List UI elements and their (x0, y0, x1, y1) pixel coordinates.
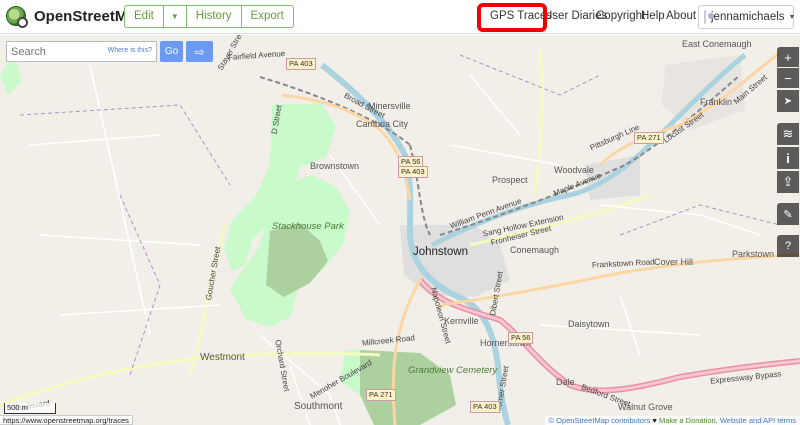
info-icon[interactable]: i (777, 147, 799, 169)
layers-icon[interactable]: ≋ (777, 123, 799, 145)
place-label: Kernville (444, 316, 479, 326)
scale-bar: 500 m (4, 403, 56, 414)
nav-copyright[interactable]: Copyright (596, 10, 645, 22)
top-navbar: OpenStreetMap Edit ▼ History Export GPS … (0, 0, 800, 34)
attribution: © OpenStreetMap contributors ♥ Make a Do… (544, 416, 800, 425)
place-label: Conemaugh (510, 245, 560, 255)
status-url: https://www.openstreetmap.org/traces (0, 415, 133, 425)
route-shield: PA 403 (470, 401, 500, 413)
add-note-icon[interactable]: ✎ (777, 203, 799, 225)
edit-button[interactable]: Edit (124, 5, 164, 28)
where-is-this-link[interactable]: Where is this? (108, 47, 152, 54)
edit-button-group: Edit ▼ History Export (124, 5, 294, 28)
route-shield: PA 403 (398, 166, 428, 178)
search-bar: Where is this? Go ⇨ (6, 41, 213, 62)
gps-traces-highlight (477, 3, 547, 32)
zoom-in-button[interactable]: + (777, 47, 799, 67)
place-label: Daisytown (568, 319, 610, 329)
history-button[interactable]: History (186, 5, 242, 28)
directions-icon[interactable]: ⇨ (186, 41, 213, 62)
place-label: East Conemaugh (682, 39, 752, 49)
nav-about[interactable]: About (666, 10, 696, 22)
place-label: Franklin (700, 97, 733, 107)
go-button[interactable]: Go (160, 41, 183, 62)
user-menu-button[interactable]: jennamichaels ▼ (698, 5, 796, 29)
heart-icon: ♥ (650, 416, 659, 425)
query-features-icon[interactable]: ? (777, 235, 799, 257)
avatar (704, 10, 714, 24)
route-shield: PA 271 (634, 132, 664, 144)
route-shield: PA 271 (366, 389, 396, 401)
copyright-link[interactable]: © OpenStreetMap contributors (549, 416, 651, 425)
osm-logo-icon (6, 6, 28, 28)
place-label: Cambria City (356, 119, 409, 129)
terms-link[interactable]: Website and API terms (720, 416, 796, 425)
map-tiles (0, 49, 800, 425)
edit-dropdown-caret-icon[interactable]: ▼ (163, 5, 187, 28)
route-shield: PA 56 (508, 332, 534, 344)
cemetery-area (360, 350, 456, 425)
nav-help[interactable]: Help (641, 10, 665, 22)
place-label: Southmont (294, 401, 343, 412)
place-label: Stackhouse Park (272, 221, 344, 232)
secondary-road (533, 49, 544, 196)
donate-link[interactable]: Make a Donation (659, 416, 716, 425)
secondary-road (0, 352, 381, 407)
username: jennamichaels (711, 11, 785, 23)
chevron-down-icon: ▼ (788, 13, 796, 21)
place-label: Woodvale (554, 165, 594, 175)
place-label: Johnstown (413, 246, 468, 258)
zoom-out-button[interactable]: − (777, 68, 799, 88)
place-label: Parkstown (732, 249, 775, 259)
place-label: Prospect (492, 175, 528, 185)
place-label: Cover Hill (654, 257, 694, 267)
place-label: Brownstown (310, 161, 360, 171)
share-icon[interactable]: ⇪ (777, 171, 799, 193)
place-label: Grandview Cemetery (408, 365, 498, 376)
place-label: Dale (556, 377, 575, 387)
locate-icon[interactable]: ➤ (777, 90, 799, 112)
search-box: Where is this? (6, 41, 157, 62)
map-canvas[interactable]: Where is this? Go ⇨ Johnstown Brownstown… (0, 35, 800, 425)
place-label: Westmont (200, 352, 245, 363)
export-button[interactable]: Export (241, 5, 294, 28)
route-shield: PA 403 (286, 58, 316, 70)
